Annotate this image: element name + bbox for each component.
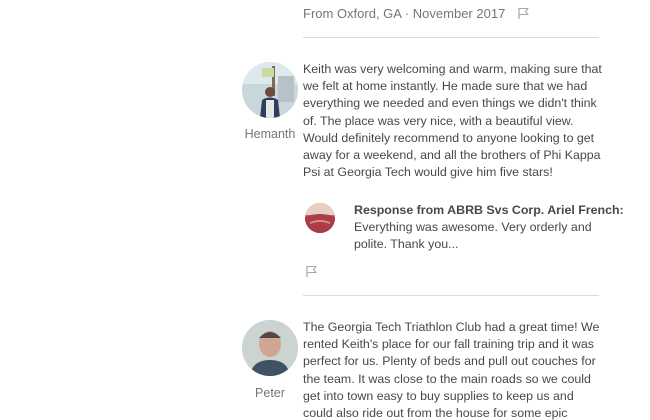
host-avatar[interactable] [305, 203, 335, 233]
response-title: Response from ABRB Svs Corp. Ariel Frenc… [354, 203, 624, 217]
host-response: Response from ABRB Svs Corp. Ariel Frenc… [354, 202, 624, 254]
flag-icon[interactable] [517, 7, 530, 20]
flag-icon[interactable] [305, 265, 318, 278]
avatar[interactable] [242, 62, 298, 118]
review-location-date: From Oxford, GA · November 2017 [303, 6, 506, 21]
review-text: Keith was very welcoming and warm, makin… [303, 62, 602, 180]
review-divider [303, 37, 599, 38]
review-text: The Georgia Tech Triathlon Club had a gr… [303, 320, 600, 420]
reviewer-name[interactable]: Hemanth [230, 127, 310, 141]
response-text: Everything was awesome. Very orderly and… [354, 220, 592, 252]
reviewer-name[interactable]: Peter [230, 386, 310, 400]
avatar[interactable] [242, 320, 298, 376]
review-divider [303, 295, 599, 296]
review-meta: From Oxford, GA · November 2017 [303, 6, 530, 21]
reviews-page: From Oxford, GA · November 2017 Hemanth [0, 0, 650, 420]
